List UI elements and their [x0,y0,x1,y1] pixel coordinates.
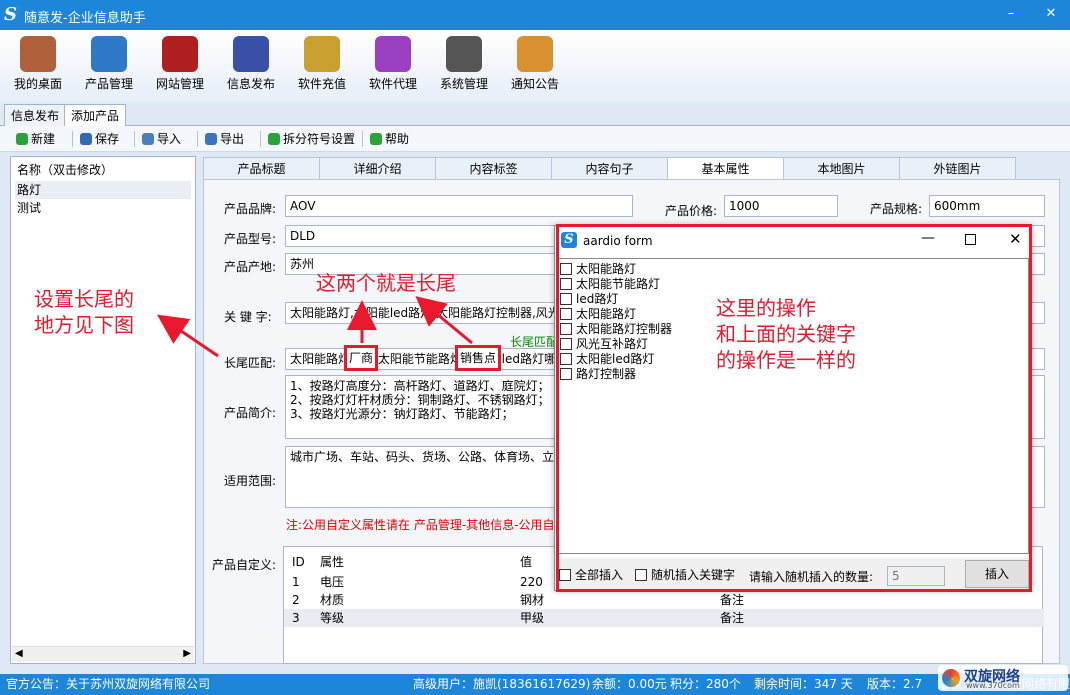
arrow-to-left-annotation [157,314,219,358]
notice-text[interactable]: 官方公告：关于苏州双旋网络有限公司 [6,674,210,695]
status-bar: 官方公告：关于苏州双旋网络有限公司 高级用户：施凯(18361617629) 余… [0,674,1070,695]
version-text: 版本：2.7 [867,677,923,691]
annotation-arrows [157,296,473,358]
points-text: 积分：280个 [670,677,741,691]
brand-watermark: 双旋网络 www.370com [938,665,1068,691]
brand-logo-icon [942,669,960,687]
arrow-box2 [415,296,473,345]
brand-url: www.370com [966,681,1020,690]
user-text: 高级用户：施凯(18361617629) [413,677,591,691]
balance-text: 余额：0.00元 [592,677,667,691]
remain-text: 剩余时间：347 天 [754,677,853,691]
